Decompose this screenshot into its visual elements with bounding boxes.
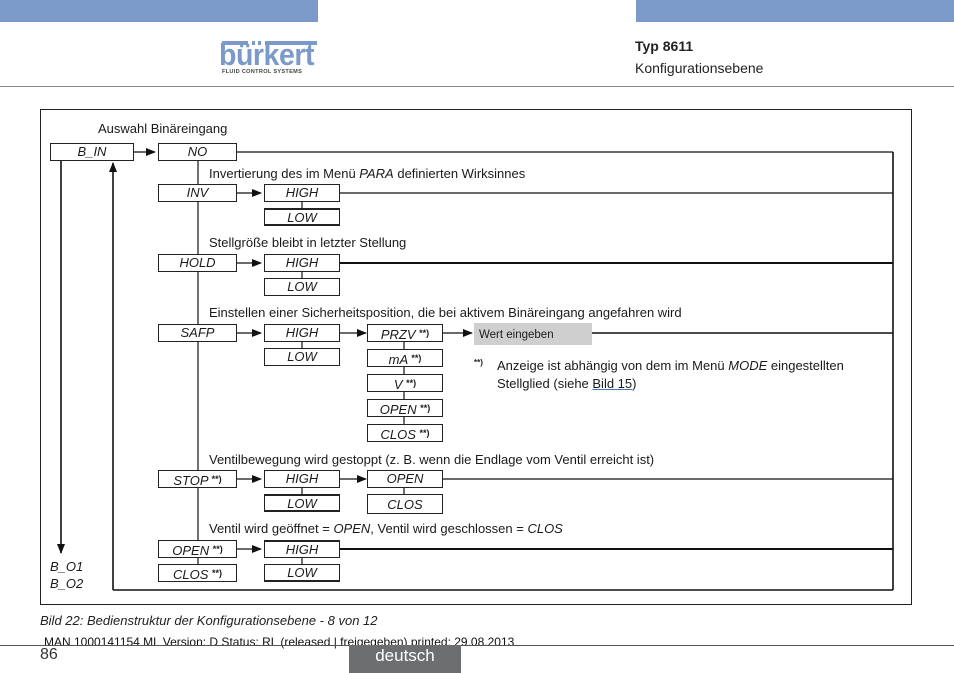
stop-sub-open[interactable]: OPEN [367,470,443,488]
menu-inv[interactable]: INV [158,184,237,202]
stop-description: Ventilbewegung wird gestoppt (z. B. wenn… [209,452,655,467]
stop-option-low[interactable]: LOW [264,494,340,512]
menu-stop[interactable]: STOP **) [158,470,237,488]
value-input-field[interactable]: Wert eingeben [474,323,592,345]
safp-sub-open[interactable]: OPEN **) [367,399,443,417]
footer-divider [0,645,954,646]
language-tab: deutsch [349,645,461,673]
bild-15-link[interactable]: Bild 15 [592,376,632,391]
stop-option-high[interactable]: HIGH [264,470,340,488]
output-b-o1: B_O1 [50,559,84,574]
safp-sub-przv[interactable]: PRZV **) [367,324,443,342]
safp-option-high[interactable]: HIGH [264,324,340,342]
openclos-option-high[interactable]: HIGH [264,540,340,558]
stop-sub-clos[interactable]: CLOS [367,494,443,514]
safp-description: Einstellen einer Sicherheitsposition, di… [209,305,682,320]
menu-hold[interactable]: HOLD [158,254,237,272]
hold-description: Stellgröße bleibt in letzter Stellung [209,235,407,250]
page-number: 86 [40,646,58,663]
footnote-line1: Anzeige ist abhängig von dem im Menü MOD… [497,358,844,373]
footnote-marker: **) [474,358,483,367]
menu-b-in[interactable]: B_IN [50,143,134,161]
safp-option-low[interactable]: LOW [264,348,340,366]
openclos-description: Ventil wird geöffnet = OPEN, Ventil wird… [209,521,563,536]
safp-sub-clos[interactable]: CLOS **) [367,424,443,442]
menu-open[interactable]: OPEN **) [158,540,237,558]
menu-clos[interactable]: CLOS **) [158,564,237,582]
hold-option-high[interactable]: HIGH [264,254,340,272]
safp-sub-v[interactable]: V **) [367,374,443,392]
openclos-option-low[interactable]: LOW [264,564,340,582]
menu-no[interactable]: NO [158,143,237,161]
inv-option-high[interactable]: HIGH [264,184,340,202]
footnote-line2: Stellglied (siehe Bild 15) [497,376,637,391]
figure-caption: Bild 22: Bedienstruktur der Konfiguratio… [40,613,378,628]
inv-option-low[interactable]: LOW [264,208,340,226]
inv-description: Invertierung des im Menü PARA definierte… [209,166,526,181]
diagram-heading: Auswahl Binäreingang [98,121,228,136]
safp-sub-ma[interactable]: mA **) [367,349,443,367]
output-b-o2: B_O2 [50,576,84,591]
menu-safp[interactable]: SAFP [158,324,237,342]
hold-option-low[interactable]: LOW [264,278,340,296]
